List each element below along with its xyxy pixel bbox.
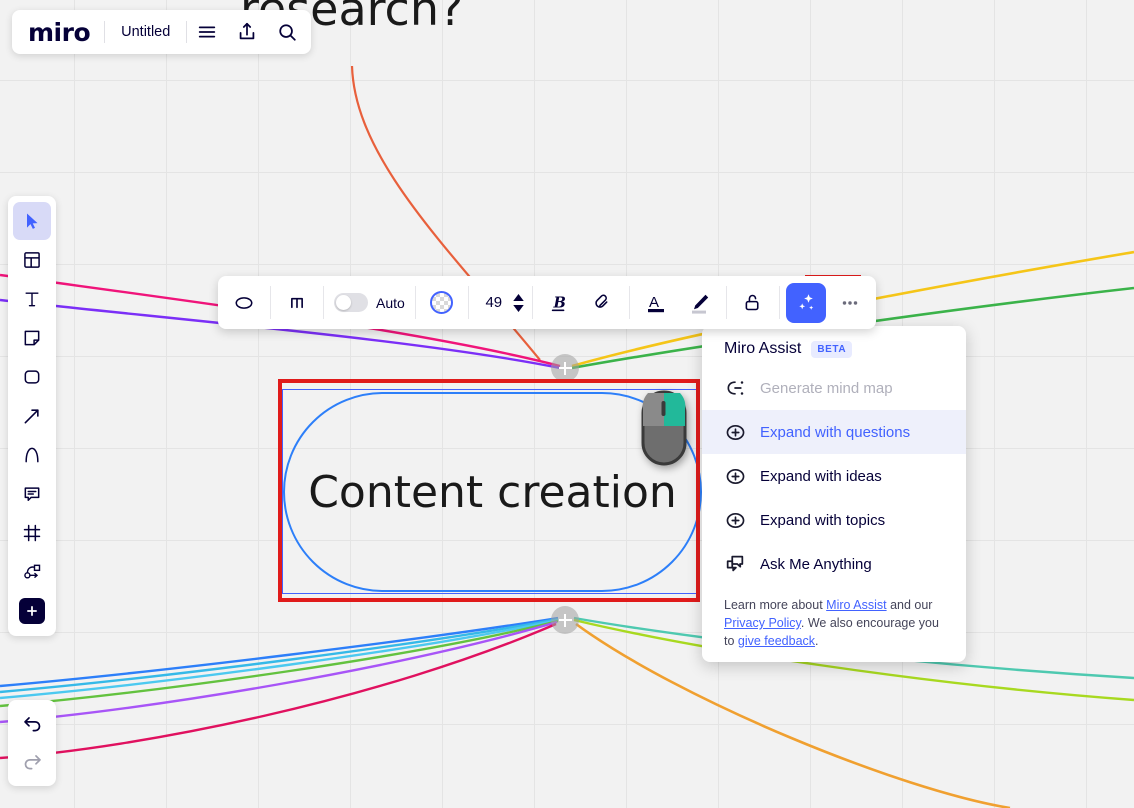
privacy-policy-link[interactable]: Privacy Policy: [724, 616, 801, 630]
shape-format-toolbar: Auto 49 B: [218, 276, 876, 329]
font-size-value[interactable]: 49: [477, 294, 511, 311]
left-creation-toolbar: [8, 196, 56, 636]
fill-color-button[interactable]: [422, 283, 462, 323]
share-upload-icon[interactable]: [227, 12, 267, 52]
node-handle-bottom[interactable]: [551, 606, 579, 634]
shapes-tool[interactable]: [13, 358, 51, 396]
connection-line-tool[interactable]: [13, 397, 51, 435]
chat-bubbles-icon: [724, 553, 746, 575]
assist-footer-text: Learn more about Miro Assist and our Pri…: [702, 586, 966, 652]
app-topbar: miro Untitled: [12, 10, 311, 54]
unlocked-padlock-icon[interactable]: [733, 283, 773, 323]
assist-title: Miro Assist: [724, 340, 801, 358]
toggle-switch[interactable]: [334, 293, 368, 312]
menu-item-expand-with-topics[interactable]: Expand with topics: [702, 498, 966, 542]
menu-item-generate-mind-map[interactable]: Generate mind map: [702, 366, 966, 410]
comment-tool[interactable]: [13, 475, 51, 513]
font-size-stepper[interactable]: [511, 294, 530, 312]
footer-part-4: .: [815, 634, 818, 648]
undo-arrow-icon[interactable]: [13, 705, 51, 743]
pen-tool[interactable]: [13, 436, 51, 474]
assist-header: Miro Assist BETA: [702, 340, 966, 366]
templates-tool[interactable]: [13, 241, 51, 279]
link-chain-icon[interactable]: [583, 283, 623, 323]
plus-circle-icon: [724, 466, 746, 487]
document-title[interactable]: Untitled: [105, 24, 186, 40]
mouse-pointer-device-icon: [639, 388, 689, 468]
undo-redo-toolbar: [8, 700, 56, 786]
oval-shape-icon[interactable]: [224, 283, 264, 323]
footer-part-1: Learn more about: [724, 598, 826, 612]
text-tool[interactable]: [13, 280, 51, 318]
menu-item-label: Expand with ideas: [760, 468, 882, 485]
menu-item-label: Ask Me Anything: [760, 556, 872, 573]
more-apps-tool[interactable]: [13, 592, 51, 630]
diagram-flow-tool[interactable]: [13, 553, 51, 591]
miro-logo[interactable]: miro: [16, 20, 104, 45]
sticky-note-tool[interactable]: [13, 319, 51, 357]
transparent-fill-swatch: [430, 291, 453, 314]
text-color-A-icon[interactable]: A: [636, 283, 676, 323]
give-feedback-link[interactable]: give feedback: [738, 634, 815, 648]
menu-item-label: Expand with topics: [760, 512, 885, 529]
mindmap-layout-icon[interactable]: [277, 283, 317, 323]
menu-item-label: Expand with questions: [760, 424, 910, 441]
plus-circle-icon: [724, 510, 746, 531]
highlighter-pen-icon[interactable]: [680, 283, 720, 323]
menu-item-ask-me-anything[interactable]: Ask Me Anything: [702, 542, 966, 586]
miro-assist-dropdown: Miro Assist BETA Generate mind map Expan…: [702, 326, 966, 662]
mindmap-branch-icon: [724, 378, 746, 398]
select-tool[interactable]: [13, 202, 51, 240]
plus-circle-icon: [724, 422, 746, 443]
search-icon[interactable]: [267, 12, 307, 52]
auto-layout-toggle[interactable]: Auto: [324, 276, 415, 329]
beta-badge: BETA: [811, 341, 852, 358]
svg-text:B: B: [552, 294, 565, 311]
miro-assist-link[interactable]: Miro Assist: [826, 598, 886, 612]
auto-toggle-label: Auto: [376, 295, 405, 311]
hamburger-menu-icon[interactable]: [187, 12, 227, 52]
menu-item-label: Generate mind map: [760, 380, 893, 397]
frame-tool[interactable]: [13, 514, 51, 552]
svg-text:A: A: [649, 294, 659, 311]
footer-part-2: and our: [887, 598, 933, 612]
plus-square-icon: [19, 598, 45, 624]
redo-arrow-icon[interactable]: [13, 743, 51, 781]
menu-item-expand-with-ideas[interactable]: Expand with ideas: [702, 454, 966, 498]
menu-item-expand-with-questions[interactable]: Expand with questions: [702, 410, 966, 454]
miro-assist-sparkle-icon[interactable]: [786, 283, 826, 323]
miro-board-app: research? Content creation miro Untitled: [0, 0, 1134, 808]
more-horizontal-dots-icon[interactable]: [830, 283, 870, 323]
node-handle-top[interactable]: [551, 354, 579, 382]
bold-B-icon[interactable]: B: [539, 283, 579, 323]
